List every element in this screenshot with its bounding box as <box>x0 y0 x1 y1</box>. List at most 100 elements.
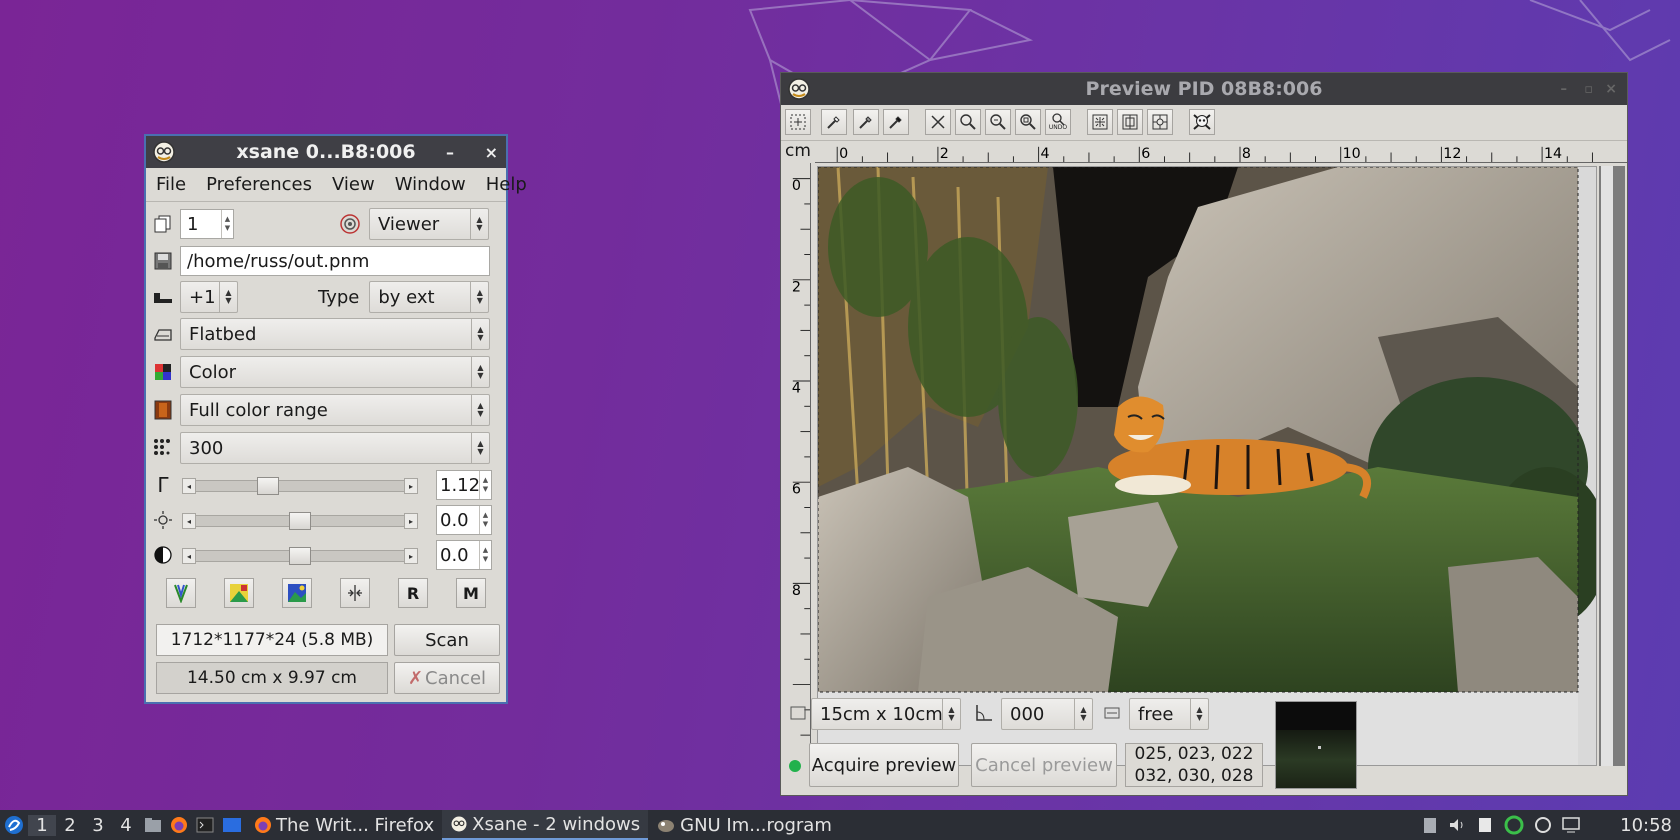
scan-button[interactable]: Scan <box>394 624 500 656</box>
pipette-gray-icon[interactable] <box>853 109 879 135</box>
volume-icon[interactable] <box>1448 816 1466 834</box>
workspace-1[interactable]: 1 <box>28 814 56 836</box>
taskbar-item-gimp[interactable]: GNU Im...rogram <box>648 810 840 840</box>
taskbar-item-xsane[interactable]: Xsane - 2 windows <box>442 810 649 840</box>
contrast-spinner[interactable]: 0.0 ▲ ▼ <box>436 540 492 570</box>
zoom-undo-icon[interactable]: UNDO <box>1045 109 1071 135</box>
close-button[interactable]: × <box>485 136 498 168</box>
menu-help[interactable]: Help <box>476 174 537 195</box>
workspace-4[interactable]: 4 <box>112 815 140 836</box>
gamma-row: Γ ◂ ▸ 1.12 ▲ ▼ <box>152 470 498 500</box>
slider-left-arrow-icon[interactable]: ◂ <box>182 513 196 529</box>
slider-right-arrow-icon[interactable]: ▸ <box>404 478 418 494</box>
rotation-select[interactable]: 000 ▲ ▼ <box>1001 698 1093 730</box>
clipboard-icon[interactable] <box>1422 816 1438 834</box>
default-enhancement-icon[interactable] <box>340 578 370 608</box>
slider-left-arrow-icon[interactable]: ◂ <box>182 548 196 564</box>
resolution-value: 300 <box>189 437 224 459</box>
filename-input[interactable]: /home/russ/out.pnm <box>180 246 490 276</box>
filename-value: /home/russ/out.pnm <box>187 250 370 272</box>
autoselect-icon[interactable] <box>1087 109 1113 135</box>
taskbar-item-label: Xsane - 2 windows <box>472 813 641 835</box>
system-tray: 10:58 <box>1422 810 1680 840</box>
menu-preferences[interactable]: Preferences <box>196 174 322 195</box>
zoom-not-icon[interactable] <box>925 109 951 135</box>
skull-delete-icon[interactable] <box>1189 109 1215 135</box>
gamma-spinner[interactable]: 1.12 ▲ ▼ <box>436 470 492 500</box>
start-menu-icon[interactable] <box>0 815 28 835</box>
menu-window[interactable]: Window <box>385 174 476 195</box>
taskbar-item-firefox[interactable]: The Writ... Firefox <box>246 810 442 840</box>
network-icon[interactable] <box>1534 816 1552 834</box>
gamma-spin-arrows-icon[interactable]: ▲ ▼ <box>479 471 491 499</box>
scan-mode-select[interactable]: Color ▲ ▼ <box>180 356 490 388</box>
enhance-auto-icon[interactable] <box>282 578 312 608</box>
full-area-icon[interactable] <box>1117 109 1143 135</box>
resolution-select[interactable]: 300 ▲ ▼ <box>180 432 490 464</box>
maximize-icon[interactable]: ▫ <box>1584 73 1593 105</box>
spinner-arrows-icon[interactable]: ▲ ▼ <box>221 210 233 238</box>
brightness-slider[interactable]: ◂ ▸ <box>182 512 418 530</box>
rgb-default-icon[interactable] <box>166 578 196 608</box>
preview-scrollbar[interactable] <box>1599 166 1625 766</box>
delete-preview-cache-icon[interactable] <box>1147 109 1173 135</box>
preset-size-select[interactable]: 15cm x 10cm ▲ ▼ <box>811 698 961 730</box>
restore-enhancement-icon[interactable]: R <box>398 578 428 608</box>
workspace-2[interactable]: 2 <box>56 815 84 836</box>
display-icon[interactable] <box>1562 817 1580 833</box>
cancel-button: ✗ Cancel <box>394 662 500 694</box>
preview-titlebar[interactable]: Preview PID 08B8:006 – ▫ × <box>781 73 1627 105</box>
close-icon[interactable]: × <box>1605 73 1617 105</box>
negative-icon[interactable] <box>224 578 254 608</box>
xsane-titlebar[interactable]: xsane 0...B8:006 – × <box>146 136 506 168</box>
zoom-area-icon[interactable] <box>1015 109 1041 135</box>
ruler-label: 12 <box>1443 146 1461 162</box>
contrast-knob[interactable] <box>289 547 311 565</box>
filename-step-select[interactable]: +1 ▲ ▼ <box>180 281 238 313</box>
brightness-spin-arrows-icon[interactable]: ▲ ▼ <box>479 506 491 534</box>
copies-spinner[interactable]: 1 ▲ ▼ <box>180 209 234 239</box>
gamma-slider[interactable]: ◂ ▸ <box>182 477 418 495</box>
contrast-slider[interactable]: ◂ ▸ <box>182 547 418 565</box>
color-range-select[interactable]: Full color range ▲ ▼ <box>180 394 490 426</box>
brightness-knob[interactable] <box>289 512 311 530</box>
target-select[interactable]: Viewer ▲ ▼ <box>369 208 489 240</box>
slider-left-arrow-icon[interactable]: ◂ <box>182 478 196 494</box>
update-status-icon[interactable] <box>1504 815 1524 835</box>
slider-right-arrow-icon[interactable]: ▸ <box>404 513 418 529</box>
slider-right-arrow-icon[interactable]: ▸ <box>404 548 418 564</box>
menu-file[interactable]: File <box>146 174 196 195</box>
clock: 10:58 <box>1620 814 1672 836</box>
ruler-unit: cm <box>785 141 811 161</box>
file-manager-icon[interactable] <box>140 817 166 833</box>
minimize-icon[interactable]: – <box>1561 73 1568 105</box>
menu-view[interactable]: View <box>322 174 385 195</box>
gamma-knob[interactable] <box>257 477 280 495</box>
image-info: 1712*1177*24 (5.8 MB) <box>156 624 388 656</box>
file-type-select[interactable]: by ext ▲ ▼ <box>369 281 490 313</box>
store-enhancement-icon[interactable]: M <box>456 578 486 608</box>
source-select[interactable]: Flatbed ▲ ▼ <box>180 318 490 350</box>
aspect-select[interactable]: free ▲ ▼ <box>1129 698 1209 730</box>
depth-value: Full color range <box>189 399 328 421</box>
preview-title: Preview PID 08B8:006 <box>1085 78 1323 100</box>
gamma-trough[interactable] <box>182 480 418 492</box>
files-icon[interactable] <box>1476 816 1494 834</box>
acquire-preview-button[interactable]: Acquire preview <box>809 743 959 787</box>
desktop-launcher-icon[interactable] <box>218 817 246 833</box>
horizontal-ruler: 0 2 4 6 8 10 12 14 <box>815 146 1627 163</box>
pipette-black-icon[interactable] <box>883 109 909 135</box>
workspace-3[interactable]: 3 <box>84 815 112 836</box>
pipette-white-icon[interactable] <box>821 109 847 135</box>
contrast-spin-arrows-icon[interactable]: ▲ ▼ <box>479 541 491 569</box>
copies-value: 1 <box>187 213 199 235</box>
firefox-launcher-icon[interactable] <box>166 816 192 834</box>
zoom-out-icon[interactable] <box>955 109 981 135</box>
minimize-button[interactable]: – <box>446 136 454 168</box>
save-disk-icon[interactable] <box>152 250 174 272</box>
brightness-spinner[interactable]: 0.0 ▲ ▼ <box>436 505 492 535</box>
preview-image[interactable] <box>817 166 1597 766</box>
terminal-launcher-icon[interactable] <box>192 817 218 833</box>
select-area-icon[interactable] <box>785 109 811 135</box>
zoom-in-icon[interactable] <box>985 109 1011 135</box>
